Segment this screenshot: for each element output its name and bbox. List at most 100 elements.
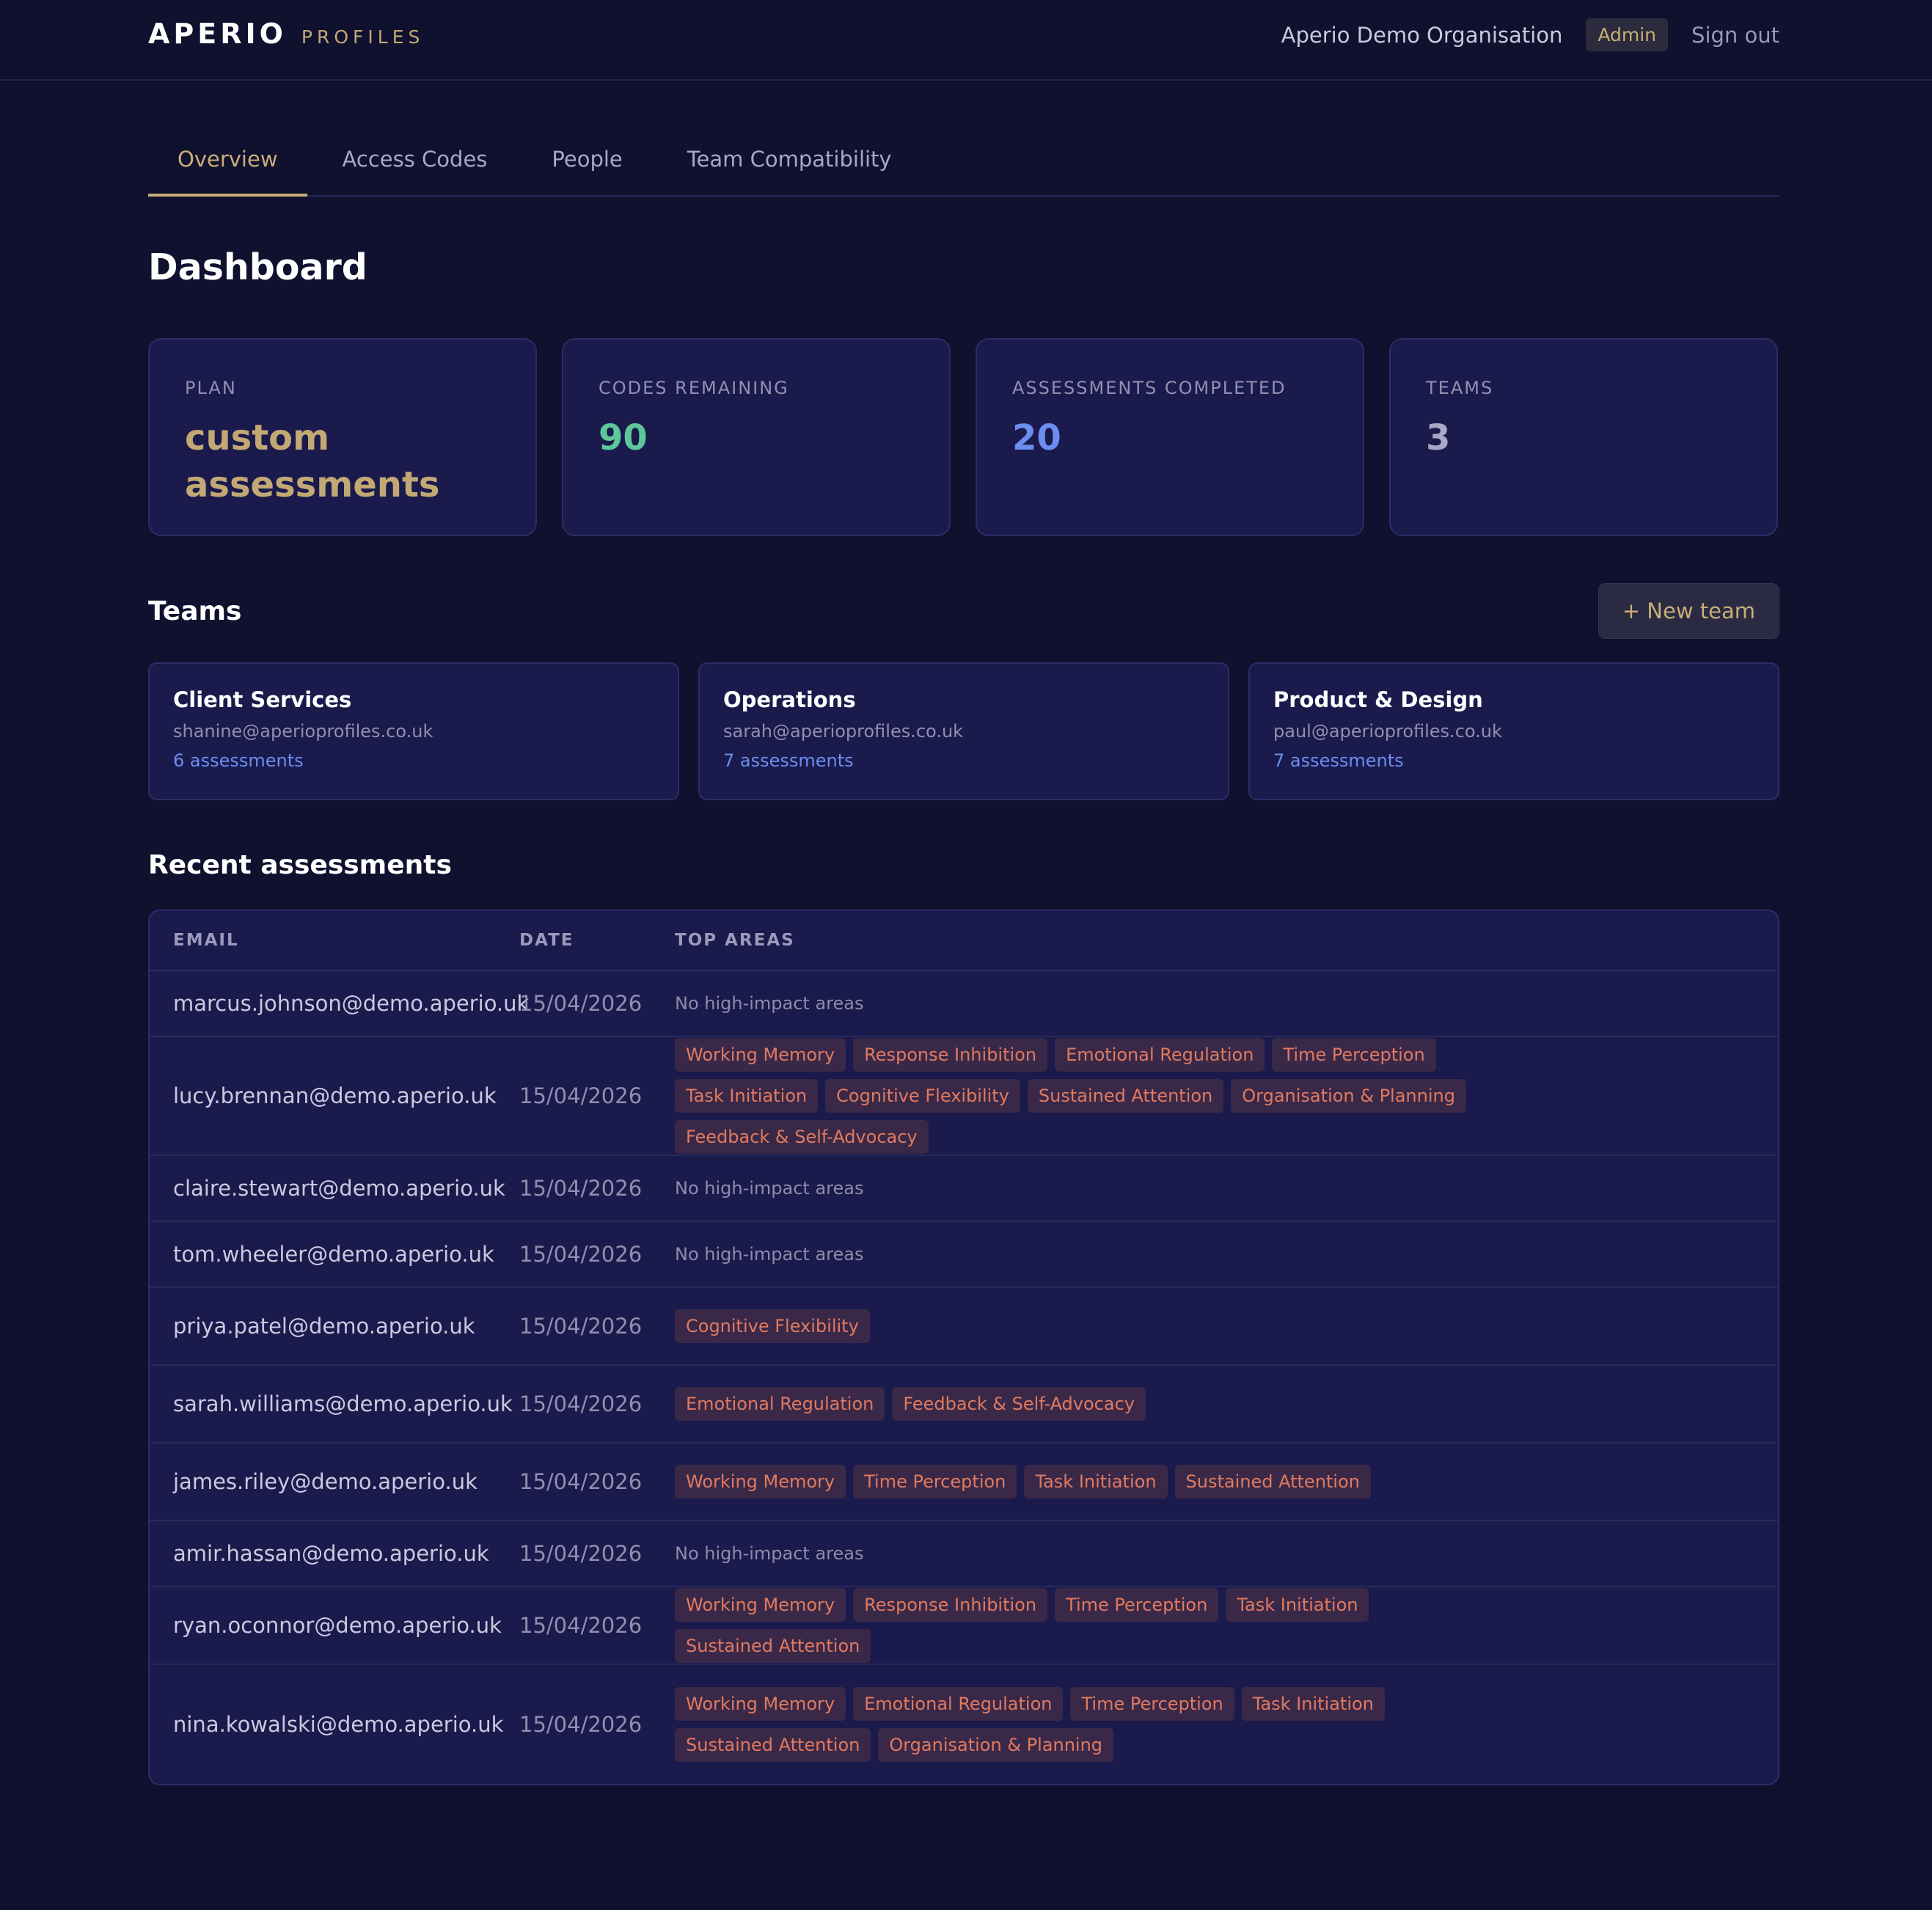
row-top-areas: Working Memory Emotional Regulation Time P… bbox=[675, 1687, 1778, 1762]
table-row[interactable]: tom.wheeler@demo.aperio.uk 15/04/2026 No h… bbox=[150, 1222, 1778, 1288]
table-row[interactable]: amir.hassan@demo.aperio.uk 15/04/2026 No h… bbox=[150, 1521, 1778, 1587]
stat-label: PLAN bbox=[185, 378, 237, 398]
area-tag-list: Cognitive Flexibility bbox=[675, 1309, 1555, 1343]
area-tag: Working Memory bbox=[675, 1687, 846, 1721]
team-card[interactable]: Product & Design paul@aperioprofiles.co.… bbox=[1248, 662, 1779, 800]
stat-card-plan: PLAN custom assessments bbox=[148, 338, 537, 536]
recent-assessments-table: EMAIL DATE TOP AREAS marcus.johnson@demo… bbox=[148, 910, 1779, 1785]
table-body: marcus.johnson@demo.aperio.uk 15/04/2026 N… bbox=[150, 971, 1778, 1784]
stat-card-codes-remaining: CODES REMAINING 90 bbox=[562, 338, 951, 536]
row-email: ryan.oconnor@demo.aperio.uk bbox=[173, 1613, 502, 1638]
row-date: 15/04/2026 bbox=[519, 1391, 643, 1416]
team-name: Operations bbox=[723, 687, 856, 712]
area-tag: Task Initiation bbox=[1241, 1687, 1385, 1721]
row-top-areas: No high-impact areas bbox=[675, 1244, 1778, 1265]
table-row[interactable]: james.riley@demo.aperio.uk 15/04/2026 Work… bbox=[150, 1444, 1778, 1521]
table-header: EMAIL DATE TOP AREAS bbox=[150, 911, 1778, 971]
row-top-areas: Cognitive Flexibility bbox=[675, 1309, 1778, 1343]
area-tag: Response Inhibition bbox=[853, 1588, 1048, 1622]
team-card[interactable]: Operations sarah@aperioprofiles.co.uk 7 … bbox=[698, 662, 1229, 800]
stat-label: ASSESSMENTS COMPLETED bbox=[1012, 378, 1287, 398]
teams-header: Teams + New team bbox=[148, 583, 1779, 639]
stat-card-teams: TEAMS 3 bbox=[1389, 338, 1778, 536]
column-header-top-areas: TOP AREAS bbox=[675, 931, 795, 950]
brand-logo[interactable]: APERIO PROFILES bbox=[148, 18, 424, 50]
no-areas-text: No high-impact areas bbox=[675, 1178, 864, 1199]
table-row[interactable]: nina.kowalski@demo.aperio.uk 15/04/2026 Wo… bbox=[150, 1665, 1778, 1784]
area-tag: Time Perception bbox=[1272, 1038, 1436, 1072]
row-date: 15/04/2026 bbox=[519, 1541, 643, 1566]
row-email: lucy.brennan@demo.aperio.uk bbox=[173, 1083, 497, 1108]
teams-grid: Client Services shanine@aperioprofiles.c… bbox=[148, 662, 1779, 800]
area-tag: Organisation & Planning bbox=[1231, 1079, 1466, 1113]
area-tag: Sustained Attention bbox=[675, 1728, 871, 1762]
new-team-button[interactable]: + New team bbox=[1598, 583, 1779, 639]
team-assessment-count: 7 assessments bbox=[1273, 750, 1404, 771]
area-tag: Response Inhibition bbox=[853, 1038, 1048, 1072]
area-tag-list: Working Memory Time Perception Task Initia… bbox=[675, 1465, 1555, 1499]
row-email: claire.stewart@demo.aperio.uk bbox=[173, 1176, 505, 1201]
area-tag: Emotional Regulation bbox=[675, 1387, 885, 1421]
row-date: 15/04/2026 bbox=[519, 1712, 643, 1737]
stat-label: CODES REMAINING bbox=[599, 378, 789, 398]
area-tag: Task Initiation bbox=[1024, 1465, 1168, 1499]
stat-card-assessments-completed: ASSESSMENTS COMPLETED 20 bbox=[976, 338, 1364, 536]
top-bar: APERIO PROFILES Aperio Demo Organisation… bbox=[0, 0, 1932, 81]
table-row[interactable]: priya.patel@demo.aperio.uk 15/04/2026 Cogn… bbox=[150, 1288, 1778, 1366]
tab-access-codes[interactable]: Access Codes bbox=[313, 132, 517, 194]
team-name: Product & Design bbox=[1273, 687, 1483, 712]
row-top-areas: No high-impact areas bbox=[675, 993, 1778, 1014]
stat-value: 3 bbox=[1426, 417, 1451, 458]
area-tag: Working Memory bbox=[675, 1038, 846, 1072]
area-tag: Feedback & Self-Advocacy bbox=[892, 1387, 1146, 1421]
stat-value: 90 bbox=[599, 417, 648, 458]
row-email: sarah.williams@demo.aperio.uk bbox=[173, 1391, 513, 1416]
row-email: marcus.johnson@demo.aperio.uk bbox=[173, 991, 530, 1016]
tab-people[interactable]: People bbox=[522, 132, 651, 194]
area-tag-list: Emotional Regulation Feedback & Self-Advo… bbox=[675, 1387, 1555, 1421]
area-tag: Organisation & Planning bbox=[878, 1728, 1114, 1762]
area-tag: Cognitive Flexibility bbox=[825, 1079, 1020, 1113]
recent-assessments-title: Recent assessments bbox=[148, 850, 452, 880]
brand-name: APERIO bbox=[148, 18, 287, 50]
area-tag: Working Memory bbox=[675, 1588, 846, 1622]
stat-value: 20 bbox=[1012, 417, 1061, 458]
row-date: 15/04/2026 bbox=[519, 1613, 643, 1638]
role-badge: Admin bbox=[1586, 18, 1669, 51]
main-content: Overview Access Codes People Team Compat… bbox=[148, 132, 1779, 1785]
area-tag: Working Memory bbox=[675, 1465, 846, 1499]
row-email: tom.wheeler@demo.aperio.uk bbox=[173, 1242, 494, 1267]
area-tag: Cognitive Flexibility bbox=[675, 1309, 870, 1343]
area-tag: Sustained Attention bbox=[1174, 1465, 1371, 1499]
tab-overview[interactable]: Overview bbox=[148, 132, 307, 197]
area-tag: Emotional Regulation bbox=[1055, 1038, 1265, 1072]
row-email: james.riley@demo.aperio.uk bbox=[173, 1469, 477, 1494]
team-assessment-count: 6 assessments bbox=[173, 750, 304, 771]
team-email: sarah@aperioprofiles.co.uk bbox=[723, 721, 964, 742]
no-areas-text: No high-impact areas bbox=[675, 1543, 864, 1564]
table-row[interactable]: ryan.oconnor@demo.aperio.uk 15/04/2026 Wor… bbox=[150, 1587, 1778, 1665]
no-areas-text: No high-impact areas bbox=[675, 1244, 864, 1265]
row-date: 15/04/2026 bbox=[519, 1242, 643, 1267]
row-date: 15/04/2026 bbox=[519, 1314, 643, 1339]
table-row[interactable]: claire.stewart@demo.aperio.uk 15/04/2026 N… bbox=[150, 1156, 1778, 1222]
team-card[interactable]: Client Services shanine@aperioprofiles.c… bbox=[148, 662, 679, 800]
table-row[interactable]: sarah.williams@demo.aperio.uk 15/04/2026 E… bbox=[150, 1366, 1778, 1444]
brand-subtitle: PROFILES bbox=[301, 26, 425, 48]
area-tag-list: Working Memory Emotional Regulation Time P… bbox=[675, 1687, 1555, 1762]
row-top-areas: No high-impact areas bbox=[675, 1543, 1778, 1564]
sign-out-link[interactable]: Sign out bbox=[1691, 23, 1779, 48]
team-name: Client Services bbox=[173, 687, 352, 712]
column-header-date: DATE bbox=[519, 931, 574, 950]
team-email: shanine@aperioprofiles.co.uk bbox=[173, 721, 433, 742]
team-email: paul@aperioprofiles.co.uk bbox=[1273, 721, 1502, 742]
table-row[interactable]: lucy.brennan@demo.aperio.uk 15/04/2026 Wor… bbox=[150, 1037, 1778, 1156]
teams-title: Teams bbox=[148, 596, 242, 626]
column-header-email: EMAIL bbox=[173, 931, 239, 950]
area-tag: Sustained Attention bbox=[1027, 1079, 1224, 1113]
area-tag: Feedback & Self-Advocacy bbox=[675, 1120, 929, 1154]
row-top-areas: Working Memory Response Inhibition Time Pe… bbox=[675, 1588, 1778, 1663]
tab-team-compatibility[interactable]: Team Compatibility bbox=[658, 132, 921, 194]
table-row[interactable]: marcus.johnson@demo.aperio.uk 15/04/2026 N… bbox=[150, 971, 1778, 1037]
row-top-areas: Working Memory Time Perception Task Initia… bbox=[675, 1465, 1778, 1499]
